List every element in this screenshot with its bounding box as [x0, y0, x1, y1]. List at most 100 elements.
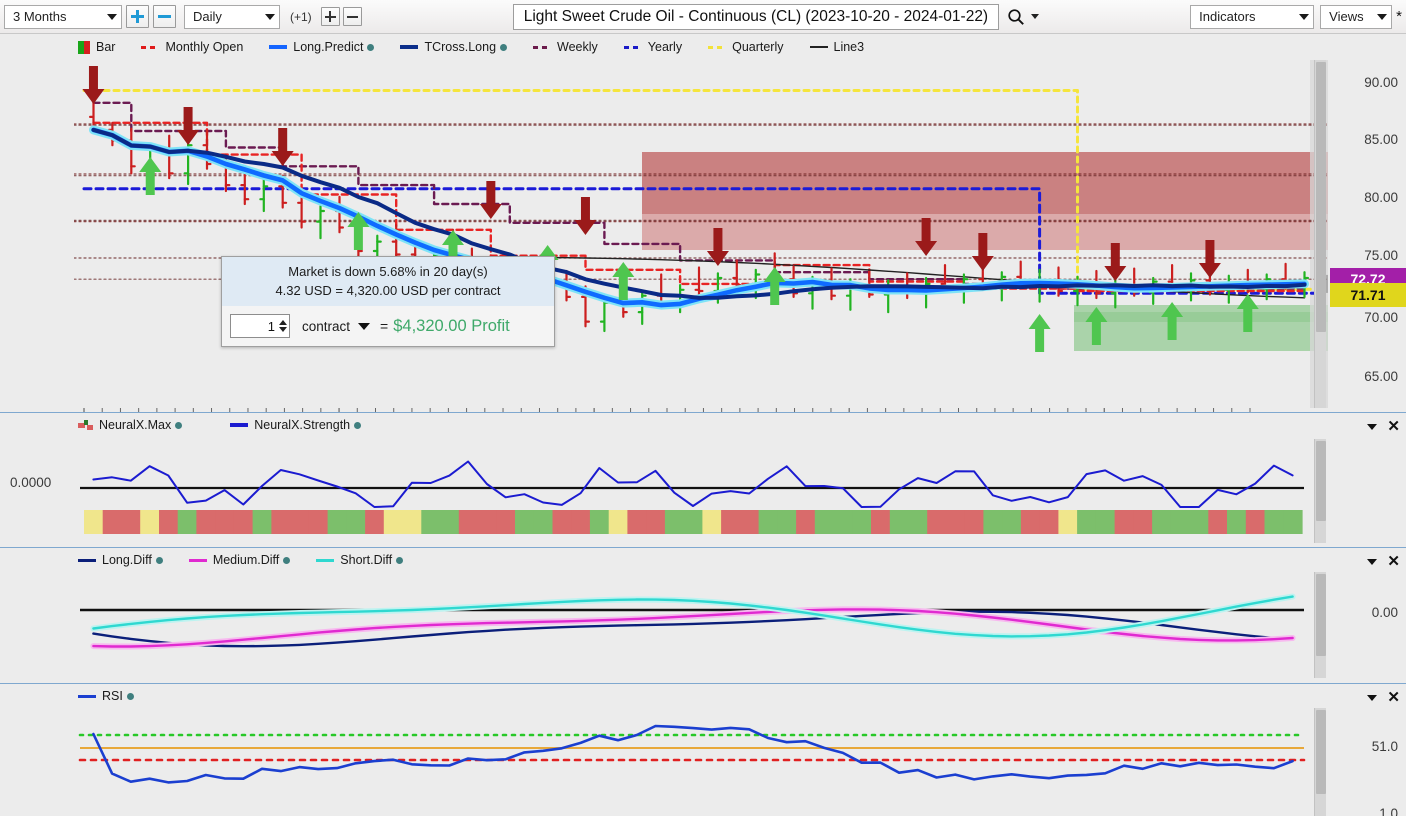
scroll-thumb[interactable] [1316, 710, 1326, 794]
legend-label: Weekly [557, 40, 598, 54]
settings-dot-icon[interactable] [500, 43, 508, 51]
dashed-line-icon [533, 45, 552, 49]
legend-label: Monthly Open [165, 40, 244, 54]
settings-dot-icon[interactable] [155, 556, 163, 564]
legend-item-yearly[interactable]: Yearly [623, 40, 683, 54]
legend-label: Line3 [833, 40, 865, 54]
scroll-thumb[interactable] [1316, 441, 1326, 521]
chevron-down-icon[interactable] [1367, 423, 1378, 430]
symbol-input[interactable]: Light Sweet Crude Oil - Continuous (CL) … [512, 3, 1000, 30]
rsi-plot-area[interactable] [74, 708, 1314, 816]
settings-dot-icon[interactable] [367, 43, 375, 51]
neuralx-legend: NeuralX.Max NeuralX.Strength [78, 418, 387, 432]
neuralx-panel-controls: ✕ [1367, 419, 1400, 434]
settings-dot-icon[interactable] [126, 692, 134, 700]
close-icon[interactable]: ✕ [1387, 419, 1400, 434]
legend-item-rsi[interactable]: RSI [78, 689, 134, 703]
price-axis: 90.00 85.00 80.00 75.00 70.00 65.00 72.72 71.71 [1330, 60, 1406, 408]
neuralx-plot-area[interactable] [74, 439, 1314, 543]
legend-label: Long.Predict [293, 40, 364, 54]
main-price-panel: Bar Monthly Open Long.Predict TCross.Lon… [0, 34, 1406, 435]
profit-calculator-popup[interactable]: Market is down 5.68% in 20 day(s) 4.32 U… [221, 256, 555, 347]
solid-line-icon [400, 45, 419, 49]
chevron-down-icon [1377, 13, 1388, 20]
close-icon[interactable]: ✕ [1387, 690, 1400, 705]
toolbar-right-group: Indicators Views * [1190, 4, 1402, 29]
legend-item-bar[interactable]: Bar [78, 40, 115, 54]
range-select-value: 3 Months [13, 9, 67, 24]
main-plot-vscrollbar[interactable] [1314, 60, 1326, 408]
price-tick-label: 80.00 [1364, 190, 1398, 205]
main-chart-legend: Bar Monthly Open Long.Predict TCross.Lon… [78, 40, 890, 54]
legend-item-long-diff[interactable]: Long.Diff [78, 553, 163, 567]
diff-panel-controls: ✕ [1367, 554, 1400, 569]
settings-dot-icon[interactable] [283, 556, 291, 564]
price-chart-svg [74, 60, 1328, 408]
chevron-down-icon[interactable] [1367, 694, 1378, 701]
solid-line-icon [809, 46, 828, 48]
trading-chart-window: 3 Months Daily (+1) Light Sweet Crude Oi… [0, 0, 1406, 816]
price-tick-label: 75.00 [1364, 248, 1398, 263]
range-decrease-button[interactable] [153, 5, 176, 28]
legend-item-tcross-long[interactable]: TCross.Long [400, 40, 508, 54]
main-plot-area[interactable] [74, 60, 1328, 408]
neuralx-chart-svg [80, 460, 1304, 534]
legend-item-monthly-open[interactable]: Monthly Open [141, 40, 243, 54]
legend-item-long-predict[interactable]: Long.Predict [269, 40, 375, 54]
offset-label: (+1) [290, 9, 312, 24]
popup-line-2: 4.32 USD = 4,320.00 USD per contract [275, 283, 501, 298]
solid-line-icon [188, 558, 207, 562]
legend-item-neuralx-max[interactable]: NeuralX.Max [78, 418, 183, 432]
legend-item-neuralx-strength[interactable]: NeuralX.Strength [230, 418, 362, 432]
stepper-down-icon[interactable] [279, 327, 287, 332]
price-tick-label: 90.00 [1364, 75, 1398, 90]
settings-dot-icon[interactable] [354, 421, 362, 429]
quantity-stepper[interactable]: 1 [230, 314, 290, 338]
stepper-arrows[interactable] [279, 320, 287, 332]
offset-decrease-button[interactable] [342, 7, 362, 26]
solid-line-icon [230, 423, 249, 427]
rsi-lower-label: 1.0 [1379, 806, 1398, 816]
range-select[interactable]: 3 Months [4, 4, 122, 29]
legend-item-weekly[interactable]: Weekly [533, 40, 598, 54]
interval-select[interactable]: Daily [184, 4, 280, 29]
legend-item-line3[interactable]: Line3 [809, 40, 865, 54]
interval-select-value: Daily [193, 9, 222, 24]
diff-zero-label: 0.00 [1371, 605, 1398, 620]
legend-label: Short.Diff [340, 553, 393, 567]
rsi-chart-svg [78, 724, 1306, 784]
scroll-thumb[interactable] [1316, 62, 1326, 332]
price-tick-label: 70.00 [1364, 310, 1398, 325]
settings-dot-icon[interactable] [396, 556, 404, 564]
views-button[interactable]: Views [1320, 4, 1393, 29]
diff-vscrollbar[interactable] [1314, 572, 1326, 678]
legend-item-short-diff[interactable]: Short.Diff [316, 553, 404, 567]
chevron-down-icon[interactable] [1367, 558, 1378, 565]
search-icon [1008, 8, 1024, 25]
diff-panel: Long.Diff Medium.Diff Short.Diff ✕ 0.00 [0, 548, 1406, 681]
chevron-down-icon[interactable] [358, 322, 371, 330]
solid-line-icon [78, 694, 96, 698]
range-increase-button[interactable] [126, 5, 149, 28]
legend-label: NeuralX.Max [99, 418, 172, 432]
close-icon[interactable]: ✕ [1387, 554, 1400, 569]
neuralx-panel: NeuralX.Max NeuralX.Strength ✕ 0.0000 [0, 413, 1406, 545]
legend-label: TCross.Long [424, 40, 497, 54]
scroll-thumb[interactable] [1316, 574, 1326, 656]
stepper-up-icon[interactable] [279, 320, 287, 325]
neuralx-zero-label: 0.0000 [10, 475, 52, 490]
chevron-down-icon [1031, 14, 1040, 19]
solid-line-icon [316, 558, 335, 562]
legend-label: Yearly [647, 40, 683, 54]
legend-item-quarterly[interactable]: Quarterly [708, 40, 784, 54]
offset-increase-button[interactable] [320, 7, 340, 26]
neuralx-vscrollbar[interactable] [1314, 439, 1326, 543]
rsi-panel: RSI ✕ 51.0 1.0 [0, 684, 1406, 816]
settings-dot-icon[interactable] [175, 421, 183, 429]
legend-item-medium-diff[interactable]: Medium.Diff [188, 553, 291, 567]
symbol-search-button[interactable] [1007, 8, 1040, 26]
diff-plot-area[interactable] [74, 572, 1314, 678]
diff-chart-svg [80, 593, 1304, 650]
rsi-vscrollbar[interactable] [1314, 708, 1326, 816]
indicators-button[interactable]: Indicators [1190, 4, 1315, 29]
